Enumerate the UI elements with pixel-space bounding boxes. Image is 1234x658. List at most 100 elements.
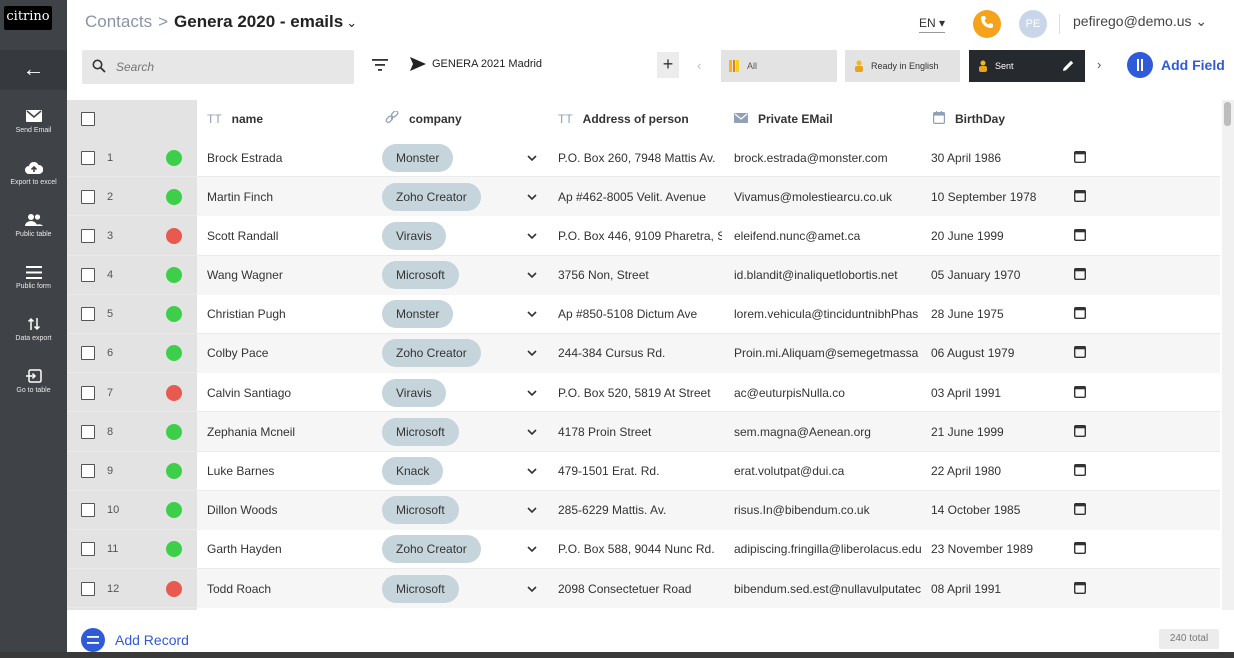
table-row[interactable]: 6 Colby Pace Zoho Creator 244-384 Cursus Rd… [67,333,1220,374]
name-cell[interactable]: Scott Randall [207,216,377,255]
breadcrumb-contacts-link[interactable]: Contacts [85,12,152,31]
table-row[interactable]: 2 Martin Finch Zoho Creator Ap #462-8005 Ve… [67,177,1220,217]
chevron-down-icon[interactable]: ⌄ [346,15,357,30]
name-cell[interactable]: Calvin Santiago [207,373,377,412]
public-form-button[interactable]: Public form [0,256,67,308]
view-tab-ready-in-english[interactable]: Ready in English [845,50,960,82]
company-pill[interactable]: Microsoft [382,417,459,446]
address-cell[interactable]: P.O. Box 588, 9044 Nunc Rd. [558,530,722,569]
birthday-cell[interactable]: 03 April 1991 [931,373,1071,412]
brand-logo[interactable]: citrino [4,6,52,30]
scroll-views-left-button[interactable]: ‹ [697,58,701,73]
language-select[interactable]: EN ▾ [919,16,946,33]
company-pill[interactable]: Zoho Creator [382,182,481,211]
name-cell[interactable]: Todd Roach [207,569,377,608]
company-dropdown-button[interactable] [525,569,539,608]
search-input[interactable] [116,58,336,76]
company-dropdown-button[interactable] [525,491,539,530]
add-field-button[interactable]: Add Field [1127,52,1225,78]
address-cell[interactable]: 285-6229 Mattis. Av. [558,491,722,530]
row-checkbox[interactable] [81,177,95,216]
email-cell[interactable]: risus.In@bibendum.co.uk [734,491,924,530]
table-row[interactable]: 7 Calvin Santiago Viravis P.O. Box 520, 581… [67,373,1220,413]
phone-button[interactable] [973,10,1001,38]
date-picker-button[interactable] [1074,216,1086,255]
name-cell[interactable]: Brock Estrada [207,138,377,177]
email-cell[interactable]: ac@euturpisNulla.co [734,373,924,412]
row-checkbox[interactable] [81,452,95,491]
current-view-selector[interactable]: GENERA 2021 Madrid [410,57,542,71]
row-checkbox[interactable] [81,295,95,334]
address-cell[interactable]: 244-384 Cursus Rd. [558,334,722,373]
company-dropdown-button[interactable] [525,452,539,491]
name-cell[interactable]: Zephania Mcneil [207,412,377,451]
address-cell[interactable]: P.O. Box 520, 5819 At Street [558,373,722,412]
birthday-cell[interactable]: 05 January 1970 [931,256,1071,295]
column-header-name[interactable]: T​T name [207,100,263,138]
address-cell[interactable]: 3756 Non, Street [558,256,722,295]
vertical-scrollbar[interactable] [1222,100,1234,610]
name-cell[interactable]: Colby Pace [207,334,377,373]
date-picker-button[interactable] [1074,452,1086,491]
address-cell[interactable]: Ap #850-5108 Dictum Ave [558,295,722,334]
name-cell[interactable]: Dillon Woods [207,491,377,530]
row-checkbox[interactable] [81,216,95,255]
name-cell[interactable]: Luke Barnes [207,452,377,491]
select-all-checkbox[interactable] [81,100,95,138]
company-dropdown-button[interactable] [525,530,539,569]
company-pill[interactable]: Microsoft [382,261,459,290]
company-pill[interactable]: Knack [382,457,444,485]
company-cell[interactable]: Viravis [382,373,446,412]
row-checkbox[interactable] [81,138,95,177]
company-dropdown-button[interactable] [525,334,539,373]
edit-pencil-icon[interactable] [1062,59,1075,74]
table-row[interactable]: 11 Garth Hayden Zoho Creator P.O. Box 588, … [67,530,1220,570]
email-cell[interactable]: lorem.vehicula@tinciduntnibhPhas [734,295,924,334]
company-pill[interactable]: Zoho Creator [382,339,481,368]
company-pill[interactable]: Microsoft [382,574,459,603]
email-cell[interactable]: bibendum.sed.est@nullavulputatec [734,569,924,608]
row-checkbox[interactable] [81,373,95,412]
name-cell[interactable]: Wang Wagner [207,256,377,295]
row-checkbox[interactable] [81,491,95,530]
row-checkbox[interactable] [81,412,95,451]
name-cell[interactable]: Garth Hayden [207,530,377,569]
table-row[interactable]: 3 Scott Randall Viravis P.O. Box 446, 9109 … [67,216,1220,256]
address-cell[interactable]: 4178 Proin Street [558,412,722,451]
birthday-cell[interactable]: 30 April 1986 [931,138,1071,177]
date-picker-button[interactable] [1074,177,1086,216]
company-cell[interactable]: Zoho Creator [382,334,481,373]
company-cell[interactable]: Microsoft [382,256,459,295]
send-email-button[interactable]: Send Email [0,100,67,152]
company-pill[interactable]: Microsoft [382,496,459,525]
date-picker-button[interactable] [1074,373,1086,412]
address-cell[interactable]: 2098 Consectetuer Road [558,569,722,608]
company-pill[interactable]: Viravis [382,378,446,407]
date-picker-button[interactable] [1074,412,1086,451]
company-pill[interactable]: Zoho Creator [382,535,481,564]
birthday-cell[interactable]: 06 August 1979 [931,334,1071,373]
company-pill[interactable]: Monster [382,143,454,172]
company-dropdown-button[interactable] [525,295,539,334]
back-button[interactable]: ← [0,50,67,90]
company-dropdown-button[interactable] [525,138,539,177]
row-checkbox[interactable] [81,530,95,569]
company-cell[interactable]: Viravis [382,216,446,255]
company-cell[interactable]: Microsoft [382,569,459,608]
company-dropdown-button[interactable] [525,373,539,412]
birthday-cell[interactable]: 23 November 1989 [931,530,1071,569]
address-cell[interactable]: P.O. Box 260, 7948 Mattis Av. [558,138,722,177]
address-cell[interactable]: Ap #462-8005 Velit. Avenue [558,177,722,216]
date-picker-button[interactable] [1074,334,1086,373]
data-export-button[interactable]: Data export [0,308,67,360]
table-row[interactable]: 8 Zephania Mcneil Microsoft 4178 Proin Stre… [67,412,1220,452]
page-title[interactable]: Genera 2020 - emails [174,12,343,31]
filter-button[interactable] [372,58,388,72]
date-picker-button[interactable] [1074,295,1086,334]
add-record-button[interactable]: Add Record [81,628,189,652]
company-cell[interactable]: Zoho Creator [382,530,481,569]
company-dropdown-button[interactable] [525,216,539,255]
name-cell[interactable]: Martin Finch [207,177,377,216]
company-dropdown-button[interactable] [525,177,539,216]
date-picker-button[interactable] [1074,530,1086,569]
